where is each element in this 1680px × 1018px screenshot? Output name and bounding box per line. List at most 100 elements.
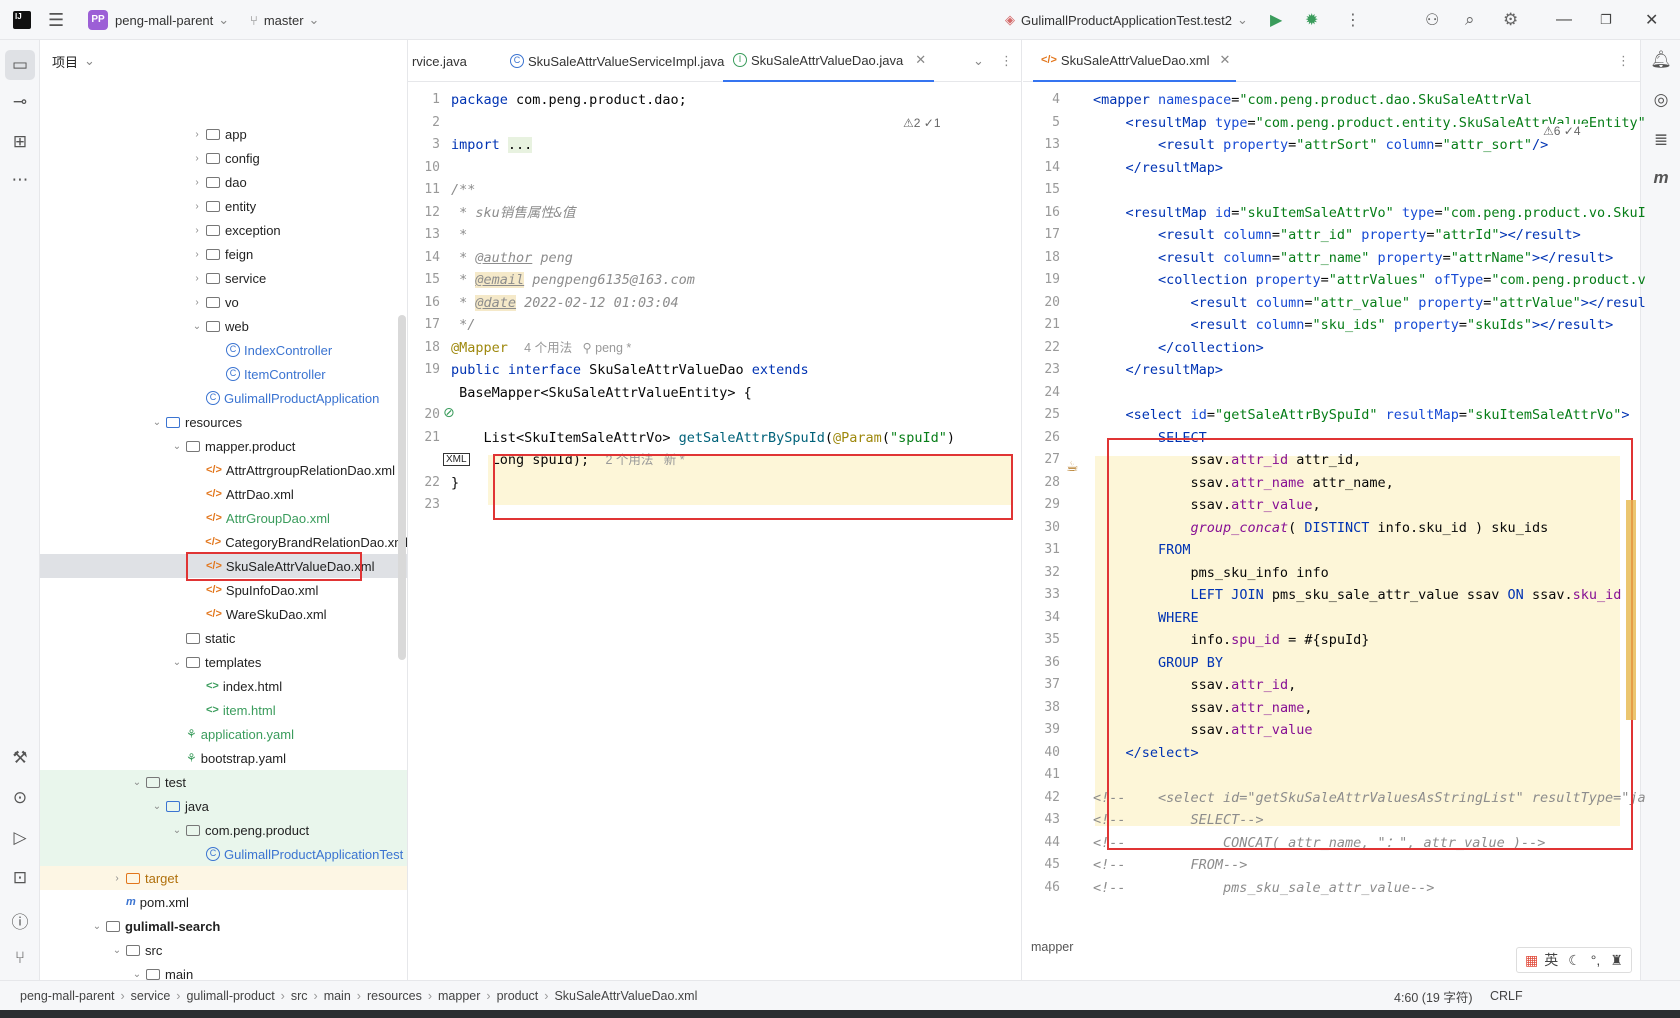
expand-arrow-icon[interactable]: › bbox=[190, 201, 204, 212]
maven-icon[interactable]: m bbox=[1641, 168, 1680, 188]
tree-item[interactable]: m pom.xml bbox=[40, 890, 407, 914]
tree-item[interactable]: ⚘ bootstrap.yaml bbox=[40, 746, 407, 770]
branch-switcher[interactable]: ⑂ master ⌄ bbox=[250, 0, 319, 40]
tree-item[interactable]: › exception bbox=[40, 218, 407, 242]
tree-item[interactable]: › service bbox=[40, 266, 407, 290]
tree-item[interactable]: </> SpuInfoDao.xml bbox=[40, 578, 407, 602]
close-tab-icon[interactable]: ✕ bbox=[915, 52, 926, 68]
tree-item[interactable]: › target bbox=[40, 866, 407, 890]
code-line[interactable]: </collection> bbox=[1093, 336, 1264, 360]
code-line[interactable]: <result column="sku_ids" property="skuId… bbox=[1093, 313, 1614, 337]
code-line[interactable]: </resultMap> bbox=[1093, 358, 1224, 382]
project-panel-header[interactable]: 项目 ⌄ bbox=[52, 40, 95, 82]
tree-item[interactable]: › entity bbox=[40, 194, 407, 218]
run-config-selector[interactable]: ◈ GulimallProductApplicationTest.test2 ⌄ bbox=[1005, 0, 1248, 40]
code-line[interactable]: List<SkuItemSaleAttrVo> getSaleAttrBySpu… bbox=[451, 426, 956, 450]
breadcrumb-item[interactable]: service bbox=[131, 989, 171, 1003]
settings-icon[interactable]: ⚙ bbox=[1503, 0, 1518, 40]
code-line[interactable]: public interface SkuSaleAttrValueDao ext… bbox=[451, 358, 809, 382]
tree-item[interactable]: </> WareSkuDao.xml bbox=[40, 602, 407, 626]
tree-item[interactable]: </> CategoryBrandRelationDao.xml bbox=[40, 530, 407, 554]
services-icon[interactable]: ⊙ bbox=[0, 788, 40, 808]
xml-nav-gutter-icon[interactable]: XML bbox=[443, 453, 470, 466]
tab-dao-xml[interactable]: </> SkuSaleAttrValueDao.xml ✕ bbox=[1033, 40, 1237, 82]
breadcrumb-item[interactable]: product bbox=[497, 989, 539, 1003]
tab-service-java[interactable]: rvice.java bbox=[412, 40, 467, 82]
code-line[interactable]: <result column="attr_name" property="att… bbox=[1093, 246, 1613, 270]
close-tab-icon[interactable]: ✕ bbox=[1220, 52, 1231, 68]
expand-arrow-icon[interactable]: ⌄ bbox=[130, 969, 144, 980]
expand-arrow-icon[interactable]: › bbox=[110, 873, 124, 884]
breadcrumb-item[interactable]: gulimall-product bbox=[186, 989, 274, 1003]
close-icon[interactable]: ✕ bbox=[1645, 0, 1658, 40]
tree-item[interactable]: › app bbox=[40, 122, 407, 146]
expand-arrow-icon[interactable]: ⌄ bbox=[170, 657, 184, 668]
expand-arrow-icon[interactable]: ⌄ bbox=[90, 921, 104, 932]
commit-icon[interactable]: ⊸ bbox=[0, 92, 40, 112]
build-icon[interactable]: ⚒ bbox=[0, 748, 40, 768]
tab-dao-java[interactable]: I SkuSaleAttrValueDao.java ✕ bbox=[723, 40, 935, 82]
tree-item[interactable]: ⌄ gulimall-search bbox=[40, 914, 407, 938]
tree-item[interactable]: C GulimallProductApplication bbox=[40, 386, 407, 410]
code-line[interactable]: </resultMap> bbox=[1093, 156, 1224, 180]
expand-arrow-icon[interactable]: › bbox=[190, 225, 204, 236]
ime-toolbar[interactable]: ▦ 英 ☾ °, ♜ bbox=[1516, 947, 1632, 973]
tab-more-icon[interactable]: ⋮ bbox=[1000, 40, 1013, 82]
code-line[interactable]: @Mapper 4 个用法 ⚲ peng * bbox=[451, 336, 631, 360]
expand-arrow-icon[interactable]: ⌄ bbox=[170, 441, 184, 452]
code-line[interactable]: * @email pengpeng6135@163.com bbox=[451, 268, 695, 292]
expand-arrow-icon[interactable]: ⌄ bbox=[110, 945, 124, 956]
tree-item[interactable]: static bbox=[40, 626, 407, 650]
tab-list-icon[interactable]: ⌄ bbox=[973, 40, 984, 82]
tree-item[interactable]: ⌄ main bbox=[40, 962, 407, 981]
project-switcher[interactable]: PP peng-mall-parent ⌄ bbox=[88, 0, 229, 40]
tab-service-impl[interactable]: C SkuSaleAttrValueServiceImpl.java bbox=[508, 40, 724, 82]
inspection-widget[interactable]: ⚠2 ✓1 bbox=[903, 116, 941, 130]
code-line[interactable]: * sku销售属性&值 bbox=[451, 201, 575, 225]
tree-item[interactable]: › dao bbox=[40, 170, 407, 194]
main-menu-icon[interactable]: ☰ bbox=[48, 0, 64, 40]
expand-arrow-icon[interactable]: ⌄ bbox=[170, 825, 184, 836]
code-line[interactable]: */ bbox=[451, 313, 475, 337]
database-icon[interactable]: ≣ bbox=[1641, 130, 1680, 150]
tree-item[interactable]: C ItemController bbox=[40, 362, 407, 386]
tree-item[interactable]: ⌄ java bbox=[40, 794, 407, 818]
code-line[interactable]: <result column="attr_value" property="at… bbox=[1093, 291, 1646, 315]
debug-icon[interactable]: ✹ bbox=[1305, 0, 1318, 40]
run-tool-icon[interactable]: ▷ bbox=[0, 828, 40, 848]
breadcrumb-item[interactable]: SkuSaleAttrValueDao.xml bbox=[554, 989, 697, 1003]
xml-breadcrumb[interactable]: mapper bbox=[1031, 940, 1073, 954]
code-line[interactable]: } bbox=[451, 471, 459, 495]
code-line[interactable]: package com.peng.product.dao; bbox=[451, 88, 687, 112]
expand-arrow-icon[interactable]: ⌄ bbox=[150, 801, 164, 812]
line-separator[interactable]: CRLF bbox=[1490, 981, 1523, 1011]
code-line[interactable]: <select id="getSaleAttrBySpuId" resultMa… bbox=[1093, 403, 1630, 427]
more-actions-icon[interactable]: ⋮ bbox=[1345, 0, 1361, 40]
tree-item[interactable]: › config bbox=[40, 146, 407, 170]
project-tool-icon[interactable]: ▭ bbox=[5, 50, 35, 80]
code-line[interactable]: <collection property="attrValues" ofType… bbox=[1093, 268, 1646, 292]
editor-scrollbar[interactable] bbox=[1626, 500, 1636, 720]
cursor-position[interactable]: 4:60 (19 字符) bbox=[1394, 981, 1473, 1011]
tree-item[interactable]: </> AttrGroupDao.xml bbox=[40, 506, 407, 530]
breadcrumb-item[interactable]: main bbox=[324, 989, 351, 1003]
tree-item[interactable]: › feign bbox=[40, 242, 407, 266]
notifications-icon[interactable]: 🔔︎ bbox=[1641, 50, 1680, 70]
code-line[interactable]: * @date 2022-02-12 01:03:04 bbox=[451, 291, 679, 315]
code-line[interactable]: <!-- pms_sku_sale_attr_value--> bbox=[1093, 876, 1434, 900]
minimize-icon[interactable]: — bbox=[1556, 0, 1572, 40]
expand-arrow-icon[interactable]: › bbox=[190, 153, 204, 164]
maximize-icon[interactable]: ❐ bbox=[1600, 0, 1612, 40]
breadcrumb-item[interactable]: resources bbox=[367, 989, 422, 1003]
tree-item[interactable]: <> item.html bbox=[40, 698, 407, 722]
java-nav-gutter-icon[interactable]: ☕︎ bbox=[1066, 458, 1079, 475]
code-line[interactable]: <result column="attr_id" property="attrI… bbox=[1093, 223, 1581, 247]
tree-item[interactable]: ⌄ resources bbox=[40, 410, 407, 434]
expand-arrow-icon[interactable]: › bbox=[190, 249, 204, 260]
tree-item[interactable]: ⌄ mapper.product bbox=[40, 434, 407, 458]
tree-item[interactable]: <> index.html bbox=[40, 674, 407, 698]
breadcrumb-item[interactable]: mapper bbox=[438, 989, 480, 1003]
git-icon[interactable]: ⑂ bbox=[0, 948, 40, 968]
code-line[interactable]: import ... bbox=[451, 133, 533, 157]
tree-item[interactable]: ⌄ templates bbox=[40, 650, 407, 674]
